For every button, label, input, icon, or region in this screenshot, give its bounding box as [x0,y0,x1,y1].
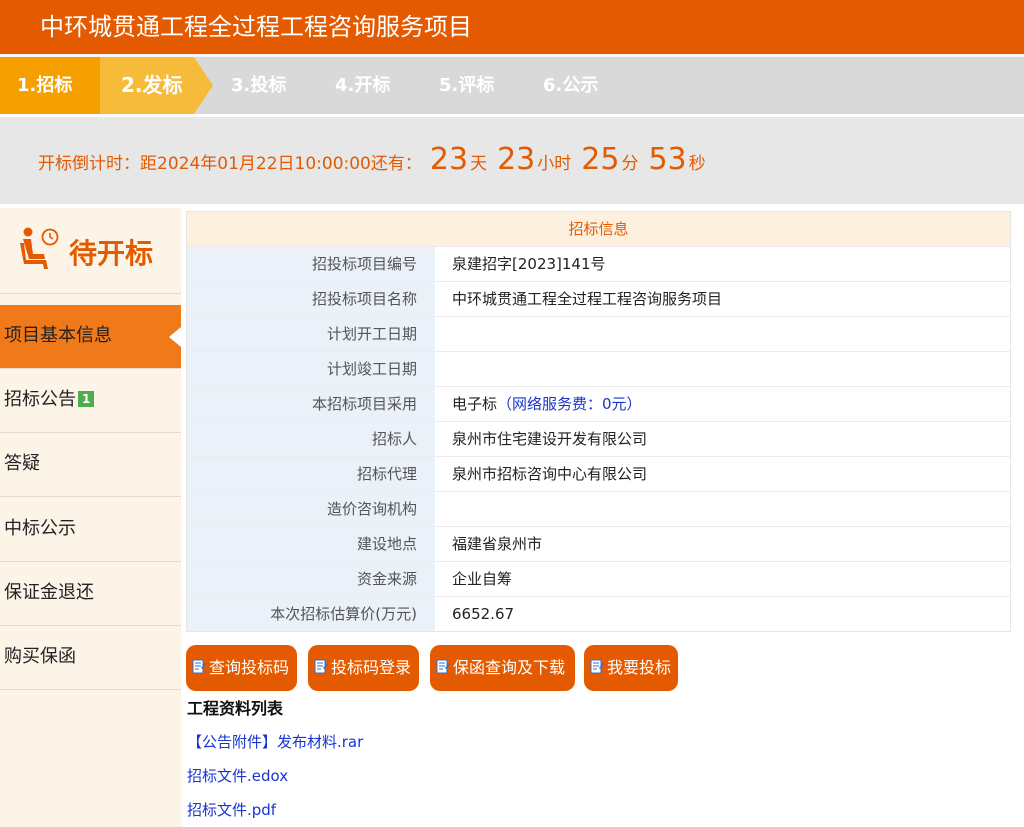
row-value: 泉建招字[2023]141号 [452,255,606,273]
sidebar: 待开标 项目基本信息 招标公告 1 答疑 中标公示 保证金退还 购买保函 [0,208,181,827]
countdown-timer: 开标倒计时：距2024年01月22日10:00:00还有： 23 天 23 小时… [38,142,706,182]
row-value [435,352,1010,386]
countdown-minutes-unit: 分 [621,154,639,174]
progress-steps: 1.招标 2.发标 3.投标 4.开标 5.评标 6.公示 [0,57,1024,114]
countdown-label: 开标倒计时：距2024年01月22日10:00:00还有： [38,154,422,174]
countdown-days-unit: 天 [470,154,488,174]
document-edit-icon [192,659,206,674]
step-open: 4.开标 [335,75,391,96]
bid-code-login-button[interactable]: 投标码登录 [308,645,419,691]
sidebar-item-label: 购买保函 [4,646,76,667]
table-row: 招投标项目编号 泉建招字[2023]141号 [187,246,1010,281]
step-tender: 1.招标 [17,75,73,96]
button-label: 查询投标码 [209,658,290,677]
status-text: 待开标 [69,237,154,270]
row-label: 计划开工日期 [187,317,435,351]
row-label: 招投标项目名称 [187,282,435,316]
sidebar-item-label: 保证金退还 [4,582,94,603]
sidebar-item-project-info[interactable]: 项目基本信息 [0,305,181,369]
button-label: 我要投标 [607,658,672,677]
submit-bid-button[interactable]: 我要投标 [584,645,678,691]
row-label: 本次招标估算价(万元) [187,597,435,631]
countdown-hours: 23 [497,142,536,177]
button-label: 投标码登录 [331,658,412,677]
row-value: 电子标（网络服务费：0元） [435,387,1010,421]
row-value: 中环城贯通工程全过程工程咨询服务项目 [452,290,723,308]
sidebar-item-tender-notice[interactable]: 招标公告 1 [0,369,181,433]
row-label: 招投标项目编号 [187,247,435,281]
step-publicity: 6.公示 [543,75,599,96]
table-row: 建设地点 福建省泉州市 [187,526,1010,561]
countdown-panel: 开标倒计时：距2024年01月22日10:00:00还有： 23 天 23 小时… [0,117,1024,204]
row-value: 福建省泉州市 [452,535,543,553]
sidebar-item-award-publicity[interactable]: 中标公示 [0,498,181,562]
table-row: 计划开工日期 [187,316,1010,351]
page-header: 中环城贯通工程全过程工程咨询服务项目 [0,0,1024,54]
countdown-minutes: 25 [581,142,620,177]
table-row: 招标代理 泉州市招标咨询中心有限公司 [187,456,1010,491]
row-label: 招标人 [187,422,435,456]
project-files-title: 工程资料列表 [187,699,284,718]
step-issue: 2.发标 [121,73,183,97]
sidebar-item-qa[interactable]: 答疑 [0,433,181,497]
document-edit-icon [436,659,450,674]
row-label: 本招标项目采用 [187,387,435,421]
row-value [435,317,1010,351]
tender-info-table: 招标信息 招投标项目编号 泉建招字[2023]141号 招投标项目名称 中环城贯… [186,211,1011,632]
table-row: 计划竣工日期 [187,351,1010,386]
table-row: 招投标项目名称 中环城贯通工程全过程工程咨询服务项目 [187,281,1010,316]
row-value: 泉州市住宅建设开发有限公司 [452,430,648,448]
file-link-tender-pdf[interactable]: 招标文件.pdf [187,799,276,821]
sidebar-item-deposit-refund[interactable]: 保证金退还 [0,562,181,626]
person-waiting-clock-icon [18,227,60,277]
page-title: 中环城贯通工程全过程工程咨询服务项目 [40,13,472,41]
row-value: 泉州市招标咨询中心有限公司 [452,465,648,483]
table-row: 本招标项目采用 电子标（网络服务费：0元） [187,386,1010,421]
countdown-hours-unit: 小时 [537,154,572,174]
row-value: 企业自筹 [452,570,513,588]
sidebar-item-label: 答疑 [4,453,40,474]
project-status: 待开标 [0,208,181,294]
query-bid-code-button[interactable]: 查询投标码 [186,645,297,691]
document-edit-icon [314,659,328,674]
document-edit-icon [590,659,604,674]
tender-mode: 电子标 [452,395,498,413]
sidebar-item-label: 中标公示 [4,518,76,539]
service-fee-note: （网络服务费：0元） [497,395,642,413]
countdown-seconds-unit: 秒 [688,154,706,174]
button-label: 保函查询及下载 [453,658,566,677]
sidebar-item-buy-guarantee[interactable]: 购买保函 [0,626,181,690]
row-label: 资金来源 [187,562,435,596]
step-evaluate: 5.评标 [439,75,495,96]
sidebar-item-label: 项目基本信息 [4,325,112,346]
countdown-days: 23 [429,142,469,177]
table-row: 招标人 泉州市住宅建设开发有限公司 [187,421,1010,456]
row-label: 招标代理 [187,457,435,491]
table-row: 造价咨询机构 [187,491,1010,526]
file-link-tender-edox[interactable]: 招标文件.edox [187,765,288,787]
table-title: 招标信息 [187,212,1010,246]
row-value: 6652.67 [452,605,515,623]
file-link-notice-attachment[interactable]: 【公告附件】发布材料.rar [187,731,363,753]
row-label: 建设地点 [187,527,435,561]
notice-count-badge: 1 [78,391,95,407]
row-label: 造价咨询机构 [187,492,435,526]
table-row: 资金来源 企业自筹 [187,561,1010,596]
table-row: 本次招标估算价(万元) 6652.67 [187,596,1010,631]
step-bid: 3.投标 [231,75,287,96]
countdown-seconds: 53 [648,142,687,177]
sidebar-item-label: 招标公告 [4,389,76,410]
row-value [435,492,1010,526]
guarantee-query-download-button[interactable]: 保函查询及下载 [430,645,575,691]
row-label: 计划竣工日期 [187,352,435,386]
